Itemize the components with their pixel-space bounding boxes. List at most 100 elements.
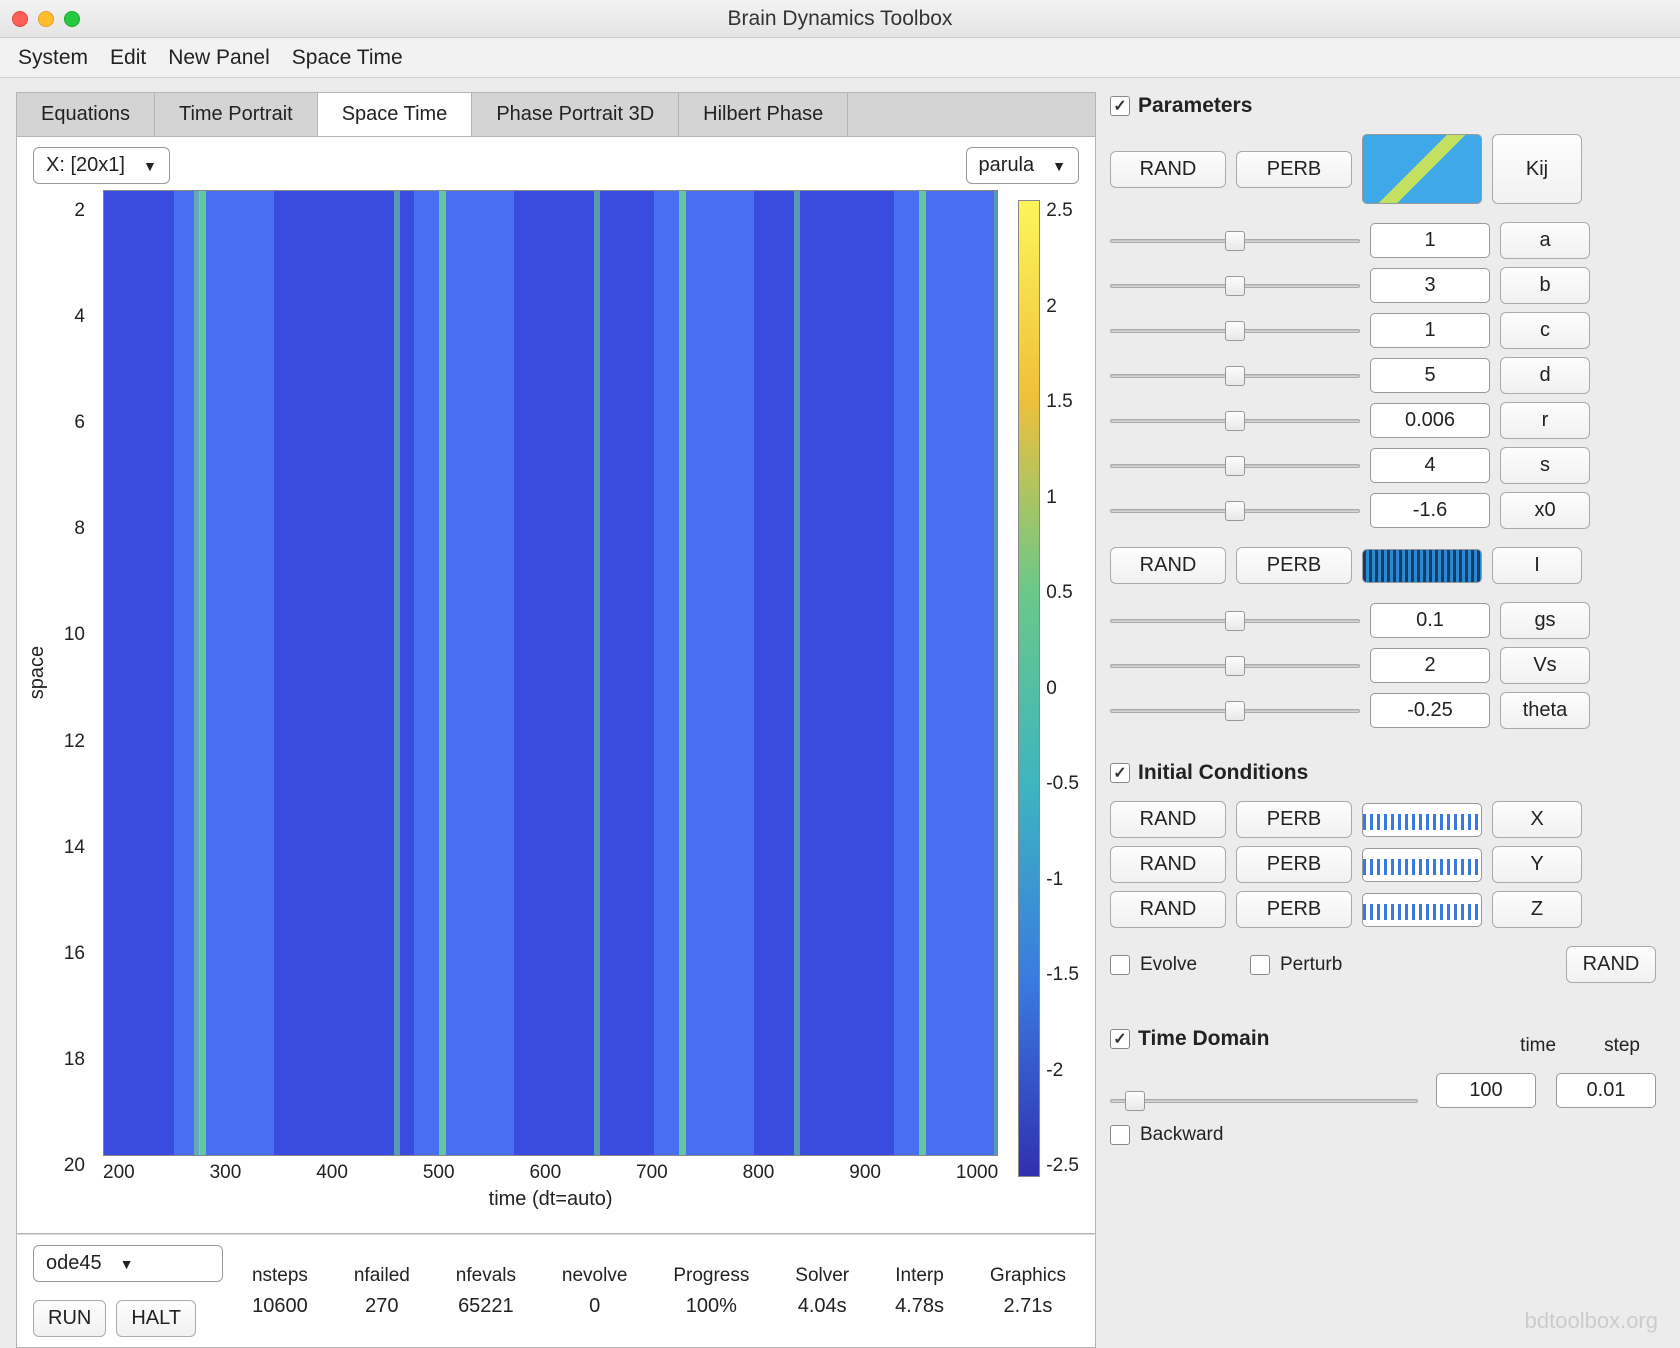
- param-x0-label-button[interactable]: x0: [1500, 492, 1590, 529]
- variable-select[interactable]: X: [20x1] ▼: [33, 147, 170, 184]
- titlebar: Brain Dynamics Toolbox: [0, 0, 1680, 38]
- param-b-label-button[interactable]: b: [1500, 267, 1590, 304]
- stat-value: 0: [562, 1295, 628, 1318]
- param-I-label-button[interactable]: I: [1492, 547, 1582, 584]
- ic-Y-perb-button[interactable]: PERB: [1236, 846, 1352, 883]
- param-I-perb-button[interactable]: PERB: [1236, 547, 1352, 584]
- stat-label: nfailed: [354, 1265, 410, 1287]
- run-button[interactable]: RUN: [33, 1300, 106, 1337]
- tab-time-portrait[interactable]: Time Portrait: [155, 93, 318, 136]
- param-I-preview[interactable]: [1362, 549, 1482, 583]
- perturb-checkbox[interactable]: [1250, 955, 1270, 975]
- time-field[interactable]: 100: [1436, 1073, 1536, 1108]
- param-Vs-label-button[interactable]: Vs: [1500, 647, 1590, 684]
- ic-X-label-button[interactable]: X: [1492, 801, 1582, 838]
- param-I-rand-button[interactable]: RAND: [1110, 547, 1226, 584]
- stat-value: 2.71s: [990, 1295, 1066, 1318]
- param-theta-label-button[interactable]: theta: [1500, 692, 1590, 729]
- menu-edit[interactable]: Edit: [110, 46, 146, 70]
- evolve-checkbox[interactable]: [1110, 955, 1130, 975]
- perturb-label: Perturb: [1280, 954, 1556, 976]
- stat-label: Progress: [673, 1265, 749, 1287]
- ic-Z-perb-button[interactable]: PERB: [1236, 891, 1352, 928]
- param-gs-slider[interactable]: [1110, 611, 1360, 631]
- param-gs-label-button[interactable]: gs: [1500, 602, 1590, 639]
- param-r-label-button[interactable]: r: [1500, 402, 1590, 439]
- param-b-slider[interactable]: [1110, 276, 1360, 296]
- param-Vs-slider[interactable]: [1110, 656, 1360, 676]
- stat-value: 270: [354, 1295, 410, 1318]
- stat-label: nevolve: [562, 1265, 628, 1287]
- param-theta-field[interactable]: -0.25: [1370, 693, 1490, 728]
- backward-checkbox[interactable]: [1110, 1125, 1130, 1145]
- param-theta-slider[interactable]: [1110, 701, 1360, 721]
- param-x0-field[interactable]: -1.6: [1370, 493, 1490, 528]
- param-s-field[interactable]: 4: [1370, 448, 1490, 483]
- ic-Z-preview[interactable]: [1362, 893, 1482, 927]
- stat-label: Interp: [895, 1265, 944, 1287]
- stat-value: 4.04s: [795, 1295, 849, 1318]
- ic-X-perb-button[interactable]: PERB: [1236, 801, 1352, 838]
- parameters-heading: Parameters: [1110, 94, 1656, 118]
- ic-Y-rand-button[interactable]: RAND: [1110, 846, 1226, 883]
- stat-value: 10600: [252, 1295, 308, 1318]
- ic-rand-all-button[interactable]: RAND: [1566, 946, 1656, 983]
- menu-new-panel[interactable]: New Panel: [168, 46, 270, 70]
- x-axis: 200 300 400 500 600 700 800 900 1000: [103, 1156, 998, 1184]
- ic-Z-label-button[interactable]: Z: [1492, 891, 1582, 928]
- tab-space-time[interactable]: Space Time: [318, 93, 473, 136]
- kij-preview[interactable]: [1362, 134, 1482, 204]
- y-axis: space 2 4 6 8 10 12 14 16 18 20: [33, 190, 89, 1211]
- colorbar: 2.5 2 1.5 1 0.5 0 -0.5 -1 -1.5 -2 -2.5: [1012, 190, 1079, 1211]
- tab-equations[interactable]: Equations: [17, 93, 155, 136]
- param-b-field[interactable]: 3: [1370, 268, 1490, 303]
- param-c-field[interactable]: 1: [1370, 313, 1490, 348]
- stat-value: 65221: [456, 1295, 516, 1318]
- stat-value: 4.78s: [895, 1295, 944, 1318]
- tab-hilbert-phase[interactable]: Hilbert Phase: [679, 93, 848, 136]
- halt-button[interactable]: HALT: [116, 1300, 196, 1337]
- initial-conditions-checkbox[interactable]: [1110, 763, 1130, 783]
- param-c-label-button[interactable]: c: [1500, 312, 1590, 349]
- param-a-field[interactable]: 1: [1370, 223, 1490, 258]
- param-c-slider[interactable]: [1110, 321, 1360, 341]
- ic-Z-rand-button[interactable]: RAND: [1110, 891, 1226, 928]
- initial-conditions-heading: Initial Conditions: [1110, 761, 1656, 785]
- param-r-slider[interactable]: [1110, 411, 1360, 431]
- param-d-field[interactable]: 5: [1370, 358, 1490, 393]
- params-rand-button[interactable]: RAND: [1110, 151, 1226, 188]
- ic-Y-preview[interactable]: [1362, 848, 1482, 882]
- step-label: step: [1604, 1035, 1640, 1057]
- tab-phase-portrait-3d[interactable]: Phase Portrait 3D: [472, 93, 679, 136]
- heatmap-plot: [103, 190, 998, 1156]
- menu-space-time[interactable]: Space Time: [292, 46, 403, 70]
- param-Vs-field[interactable]: 2: [1370, 648, 1490, 683]
- stat-label: Solver: [795, 1265, 849, 1287]
- param-d-slider[interactable]: [1110, 366, 1360, 386]
- menu-system[interactable]: System: [18, 46, 88, 70]
- y-axis-label: space: [26, 645, 49, 698]
- params-perb-button[interactable]: PERB: [1236, 151, 1352, 188]
- step-field[interactable]: 0.01: [1556, 1073, 1656, 1108]
- solver-select[interactable]: ode45 ▼: [33, 1245, 223, 1282]
- kij-button[interactable]: Kij: [1492, 134, 1582, 204]
- param-s-label-button[interactable]: s: [1500, 447, 1590, 484]
- time-domain-checkbox[interactable]: [1110, 1029, 1130, 1049]
- parameters-checkbox[interactable]: [1110, 96, 1130, 116]
- param-r-field[interactable]: 0.006: [1370, 403, 1490, 438]
- ic-X-preview[interactable]: [1362, 803, 1482, 837]
- chevron-down-icon: ▼: [143, 158, 157, 174]
- param-gs-field[interactable]: 0.1: [1370, 603, 1490, 638]
- menubar: System Edit New Panel Space Time: [0, 38, 1680, 78]
- ic-Y-label-button[interactable]: Y: [1492, 846, 1582, 883]
- time-domain-heading: Time Domain: [1110, 1027, 1490, 1051]
- param-d-label-button[interactable]: d: [1500, 357, 1590, 394]
- param-x0-slider[interactable]: [1110, 501, 1360, 521]
- param-s-slider[interactable]: [1110, 456, 1360, 476]
- time-label: time: [1520, 1035, 1556, 1057]
- ic-X-rand-button[interactable]: RAND: [1110, 801, 1226, 838]
- solver-select-label: ode45: [46, 1252, 102, 1275]
- colormap-select[interactable]: parula ▼: [966, 147, 1079, 184]
- param-a-slider[interactable]: [1110, 231, 1360, 251]
- param-a-label-button[interactable]: a: [1500, 222, 1590, 259]
